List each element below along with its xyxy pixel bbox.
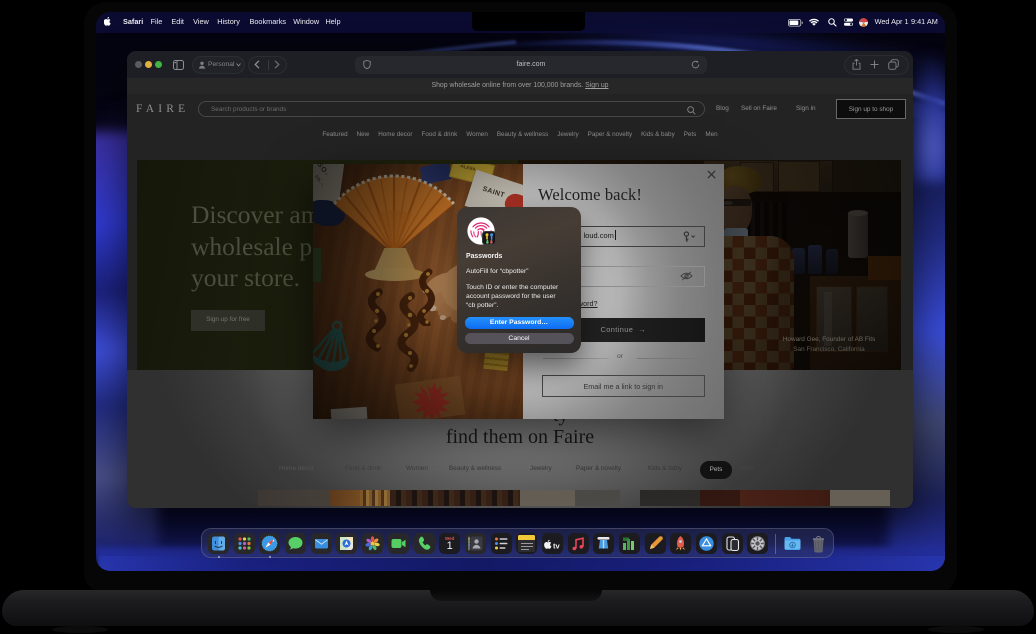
svg-text:tv: tv — [553, 542, 560, 551]
